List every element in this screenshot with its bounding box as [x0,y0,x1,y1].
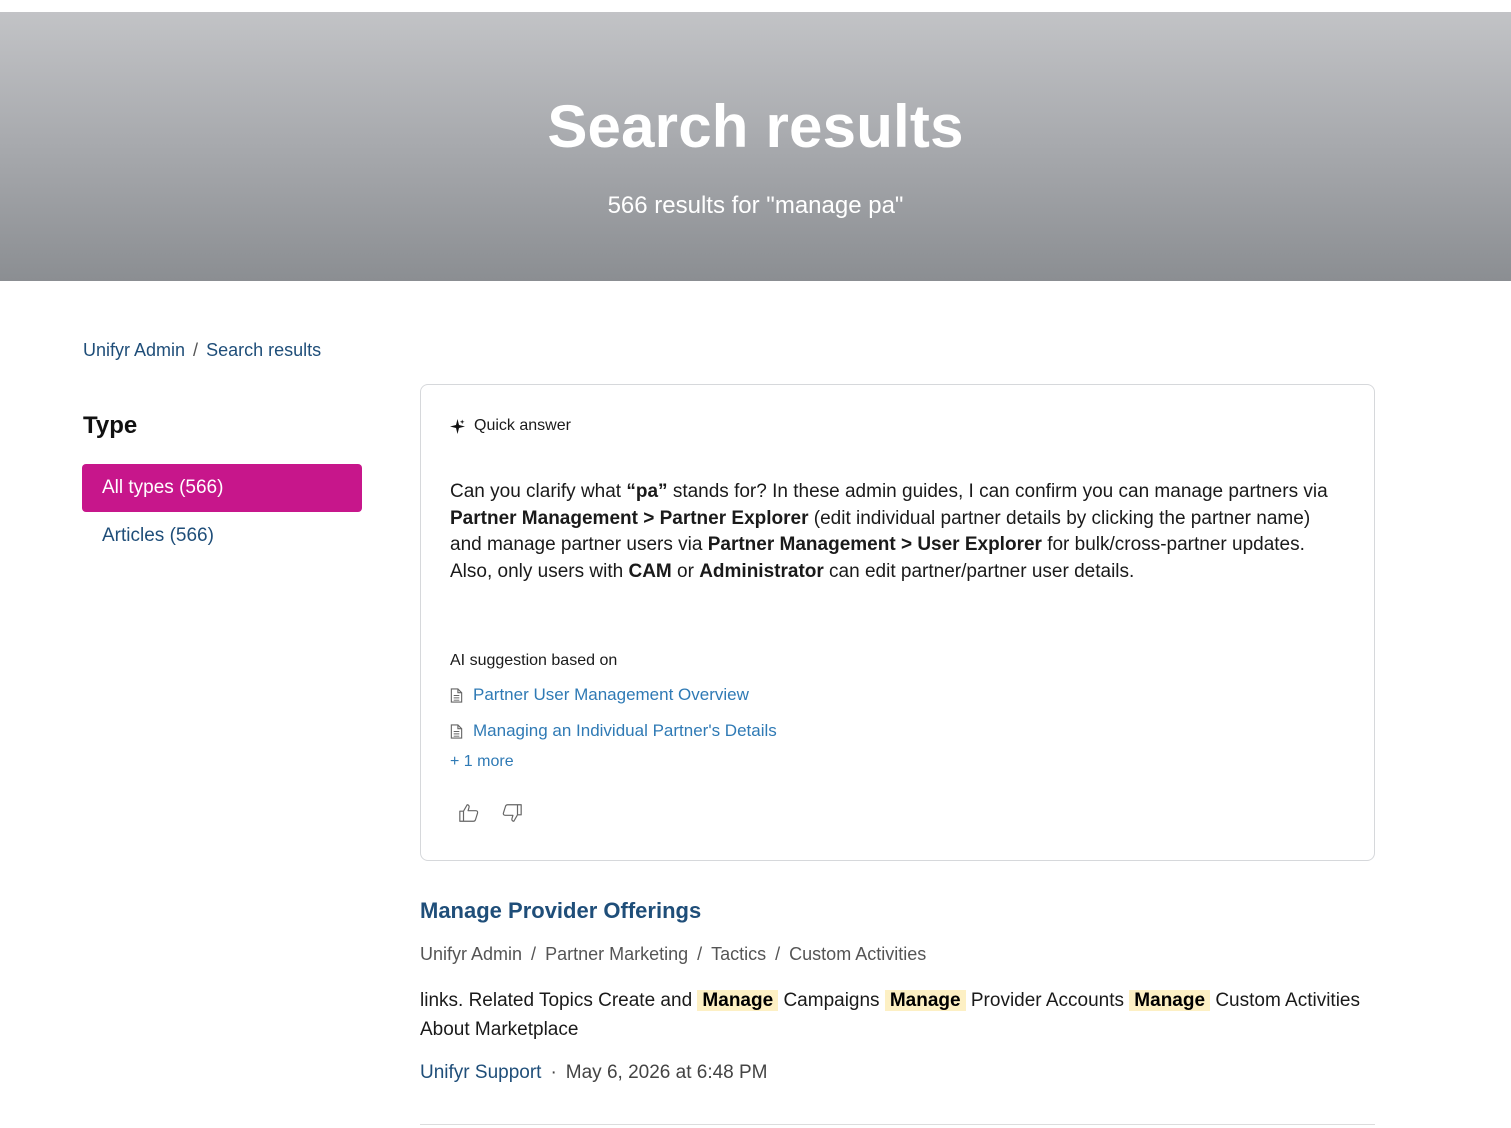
result-title-link[interactable]: Manage Provider Offerings [420,898,1375,924]
breadcrumb-separator: / [193,340,199,360]
result-crumb-link[interactable]: Partner Marketing [545,944,688,964]
quick-answer-emphasis: Partner Management > Partner Explorer [450,507,809,529]
snippet-segment: Campaigns [778,990,885,1011]
source-link-label: Managing an Individual Partner's Details [473,721,777,740]
quick-answer-emphasis: Administrator [699,560,824,582]
meta-separator: · [550,1062,557,1083]
result-divider [420,1124,1375,1125]
quick-answer-label: Quick answer [474,417,571,434]
search-term-highlight: Manage [1129,990,1211,1011]
result-meta: Unifyr Support · May 6, 2026 at 6:48 PM [420,1062,1375,1084]
thumbs-up-button[interactable] [456,800,482,826]
ai-suggestion-label: AI suggestion based on [450,652,618,669]
quick-answer-segment: or [671,560,700,582]
filter-all-types[interactable]: All types (566) [82,464,362,512]
search-result: Manage Provider Offerings Unifyr Admin / P… [420,898,1375,1084]
filter-articles[interactable]: Articles (566) [82,512,362,560]
snippet-segment: Provider Accounts [965,990,1130,1011]
search-term-highlight: Manage [884,990,966,1011]
crumb-separator: / [697,944,703,964]
quick-answer-header: Quick answer [450,417,571,435]
thumbs-down-icon [502,804,522,822]
search-term-highlight: Manage [697,990,779,1011]
quick-answer-card: Quick answer Can you clarify what “pa” s… [420,384,1375,861]
type-filter-heading: Type [83,412,138,439]
document-icon [450,723,463,739]
type-filter: Type All types (566) Articles (566) [82,412,362,560]
crumb-separator: / [775,944,781,964]
quick-answer-segment: stands for? In these admin guides, I can… [667,481,1328,502]
quick-answer-emphasis: Partner Management > User Explorer [707,534,1042,555]
more-sources-link[interactable]: + 1 more [450,753,514,771]
snippet-segment: links. Related Topics Create and [420,990,698,1011]
thumbs-up-icon [459,804,479,822]
thumbs-down-button[interactable] [499,800,525,826]
result-crumb-link[interactable]: Unifyr Admin [420,944,522,964]
result-breadcrumb: Unifyr Admin / Partner Marketing / Tactics / C… [420,944,1375,965]
result-crumb-link[interactable]: Custom Activities [789,944,926,964]
result-snippet: links. Related Topics Create and Manage … [420,986,1375,1044]
breadcrumb-home-link[interactable]: Unifyr Admin [83,340,185,360]
source-link-2[interactable]: Managing an Individual Partner's Details [450,721,777,741]
source-link-1[interactable]: Partner User Management Overview [450,685,749,705]
quick-answer-segment: can edit partner/partner user details. [823,560,1135,582]
results-count: 566 results for "manage pa" [607,192,904,219]
quick-answer-segment: Can you clarify what [450,481,627,502]
result-crumb-link[interactable]: Tactics [711,944,766,964]
breadcrumb-current-link[interactable]: Search results [206,340,321,360]
quick-answer-text: Can you clarify what “pa” stands for? In… [450,479,1345,585]
quick-answer-emphasis: CAM [628,560,672,582]
hero-banner: Search results 566 results for "manage p… [0,12,1511,281]
quick-answer-emphasis: “pa” [626,481,668,502]
page-title: Search results [547,93,964,160]
result-date: May 6, 2026 at 6:48 PM [565,1062,768,1083]
crumb-separator: / [531,944,537,964]
breadcrumb: Unifyr Admin / Search results [83,340,321,361]
document-icon [450,687,463,703]
source-link-label: Partner User Management Overview [473,685,749,704]
result-author-link[interactable]: Unifyr Support [420,1062,541,1083]
sparkle-icon [450,418,465,434]
